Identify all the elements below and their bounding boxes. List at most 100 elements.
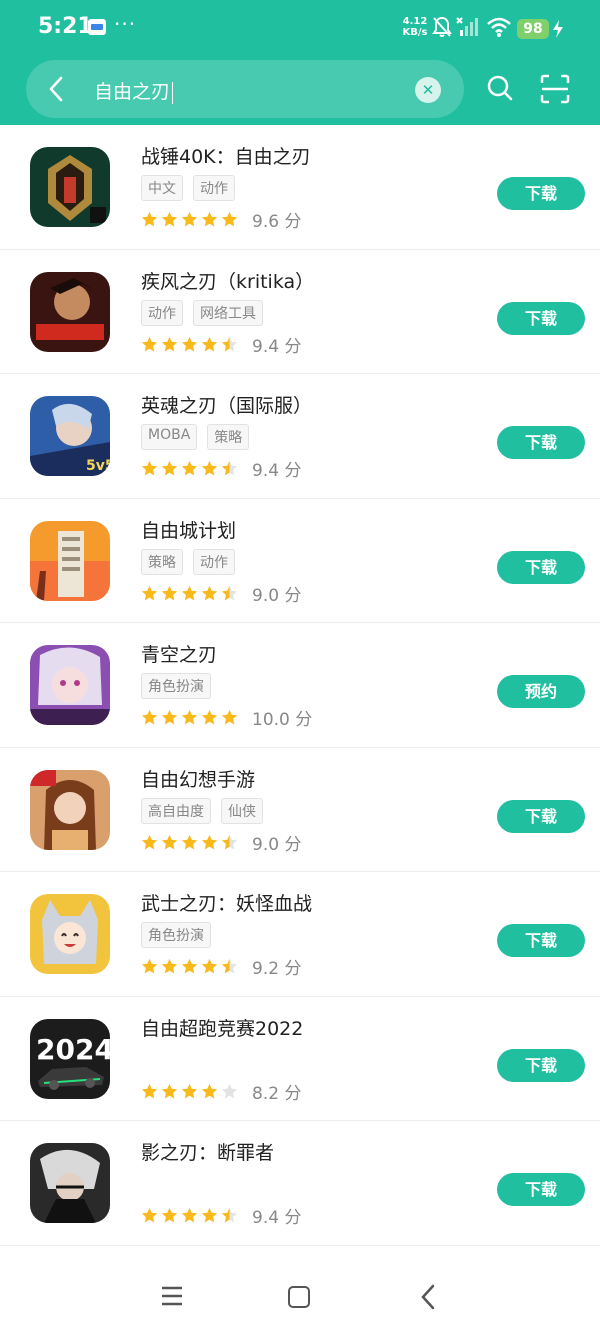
star-full-icon xyxy=(161,460,178,476)
star-full-icon xyxy=(141,211,158,227)
app-rating: 8.2 分 xyxy=(141,1079,301,1104)
download-button[interactable]: 下载 xyxy=(497,1173,585,1206)
text-caret xyxy=(172,81,174,104)
clear-search-button[interactable]: ✕ xyxy=(415,77,441,103)
status-time: 5:21 xyxy=(38,14,93,39)
star-full-icon xyxy=(201,336,218,351)
star-full-icon xyxy=(161,958,178,974)
download-button[interactable]: 下载 xyxy=(497,426,585,459)
list-item[interactable]: 武士之刃：妖怪血战 角色扮演 9.2 分 下载 xyxy=(0,872,600,997)
star-full-icon xyxy=(181,336,198,351)
download-button[interactable]: 下载 xyxy=(497,1048,585,1082)
back-icon[interactable] xyxy=(418,1283,438,1311)
list-item[interactable]: 5v5 英魂之刃（国际服） MOBA 策略 9.4 分 下载 xyxy=(0,374,600,499)
star-full-icon xyxy=(201,1207,218,1223)
search-results-list: 战锤40K：自由之刃 中文 动作 9.6 分 下载 疾风之刃（kritika） … xyxy=(0,125,600,1246)
app-name: 疾风之刃（kritika） xyxy=(141,270,315,293)
star-full-icon xyxy=(221,709,238,725)
app-icon-kritika xyxy=(30,271,110,352)
app-tag: MOBA xyxy=(141,424,198,450)
app-rating: 9.4 分 xyxy=(141,1203,301,1228)
system-nav-bar xyxy=(0,1260,600,1333)
app-name: 自由城计划 xyxy=(141,519,237,542)
home-icon[interactable] xyxy=(288,1286,310,1308)
star-full-icon xyxy=(141,460,158,476)
app-name: 自由幻想手游 xyxy=(141,768,256,791)
star-full-icon xyxy=(181,211,198,227)
app-tags: MOBA 策略 xyxy=(141,424,250,450)
app-rating: 9.0 分 xyxy=(141,830,301,855)
app-tag: 动作 xyxy=(193,175,235,201)
star-full-icon xyxy=(141,1083,158,1098)
star-full-icon xyxy=(161,1207,178,1223)
app-name: 战锤40K：自由之刃 xyxy=(141,146,311,168)
star-full-icon xyxy=(201,211,218,227)
app-score: 9.2 分 xyxy=(252,959,302,979)
star-full-icon xyxy=(181,585,198,600)
download-button[interactable]: 下载 xyxy=(497,799,585,833)
star-rating xyxy=(141,958,238,975)
star-rating xyxy=(141,1207,238,1224)
star-rating xyxy=(141,1083,238,1100)
list-item[interactable]: 战锤40K：自由之刃 中文 动作 9.6 分 下载 xyxy=(0,125,600,250)
app-tag: 策略 xyxy=(141,548,183,575)
app-tags: 中文 动作 xyxy=(141,175,235,201)
star-full-icon xyxy=(161,585,178,600)
star-full-icon xyxy=(181,1207,198,1223)
star-half-icon xyxy=(221,834,238,849)
star-full-icon xyxy=(141,585,158,600)
list-item[interactable]: 疾风之刃（kritika） 动作 网络工具 9.4 分 下载 xyxy=(0,250,600,374)
app-score: 9.0 分 xyxy=(252,834,302,855)
more-notifications-icon: ··· xyxy=(114,12,137,36)
list-item[interactable]: 影之刃：断罪者 9.4 分 下载 xyxy=(0,1121,600,1246)
star-full-icon xyxy=(201,958,218,974)
battery-level: 98 xyxy=(517,19,549,39)
star-full-icon xyxy=(201,460,218,476)
back-arrow-icon[interactable] xyxy=(42,74,72,104)
search-input[interactable]: 自由之刃 xyxy=(94,77,174,104)
app-score: 9.0 分 xyxy=(252,585,302,606)
star-full-icon xyxy=(181,709,198,725)
app-tag: 角色扮演 xyxy=(141,922,211,948)
search-icon[interactable] xyxy=(486,74,514,102)
list-item[interactable]: 青空之刃 角色扮演 10.0 分 预约 xyxy=(0,623,600,748)
top-header: 5:21 ··· 4.12 KB/s 98 自由之刃 ✕ xyxy=(0,0,600,125)
scan-icon[interactable] xyxy=(540,74,570,104)
app-icon-warhammer xyxy=(30,147,110,227)
list-item[interactable]: 2024 自由超跑竞赛2022 8.2 分 下载 xyxy=(0,997,600,1121)
charging-icon xyxy=(553,20,563,38)
star-full-icon xyxy=(141,709,158,725)
app-rating: 9.4 分 xyxy=(141,332,301,357)
star-rating xyxy=(141,211,238,228)
mute-bell-icon xyxy=(432,16,452,37)
download-button[interactable]: 下载 xyxy=(497,177,585,210)
download-button[interactable]: 下载 xyxy=(497,301,585,335)
app-tags: 角色扮演 xyxy=(141,673,211,699)
search-box[interactable]: 自由之刃 ✕ xyxy=(26,60,464,118)
app-tag: 高自由度 xyxy=(141,797,211,824)
star-full-icon xyxy=(181,1083,198,1098)
app-rating: 9.4 分 xyxy=(141,456,301,481)
app-score: 9.4 分 xyxy=(252,461,302,481)
star-full-icon xyxy=(181,460,198,476)
app-tag: 策略 xyxy=(207,424,250,450)
download-button[interactable]: 下载 xyxy=(497,550,585,584)
app-tag: 角色扮演 xyxy=(141,673,211,699)
star-half-icon xyxy=(221,336,238,351)
app-tag: 动作 xyxy=(193,548,235,575)
reserve-button[interactable]: 预约 xyxy=(497,675,585,708)
signal-icon xyxy=(456,17,478,36)
app-rating: 9.0 分 xyxy=(141,581,301,606)
app-rating: 9.6 分 xyxy=(141,207,301,232)
search-query-text: 自由之刃 xyxy=(94,81,171,103)
app-tag: 中文 xyxy=(141,175,183,201)
star-full-icon xyxy=(141,958,158,974)
list-item[interactable]: 自由城计划 策略 动作 9.0 分 下载 xyxy=(0,499,600,623)
network-speed-value: 4.12 xyxy=(402,16,428,27)
menu-icon[interactable] xyxy=(160,1284,184,1308)
network-speed: 4.12 KB/s xyxy=(400,16,430,38)
download-button[interactable]: 下载 xyxy=(497,924,585,957)
list-item[interactable]: 自由幻想手游 高自由度 仙侠 9.0 分 下载 xyxy=(0,748,600,872)
app-tags: 高自由度 仙侠 xyxy=(141,797,263,824)
app-icon-sky-blade xyxy=(30,645,110,725)
